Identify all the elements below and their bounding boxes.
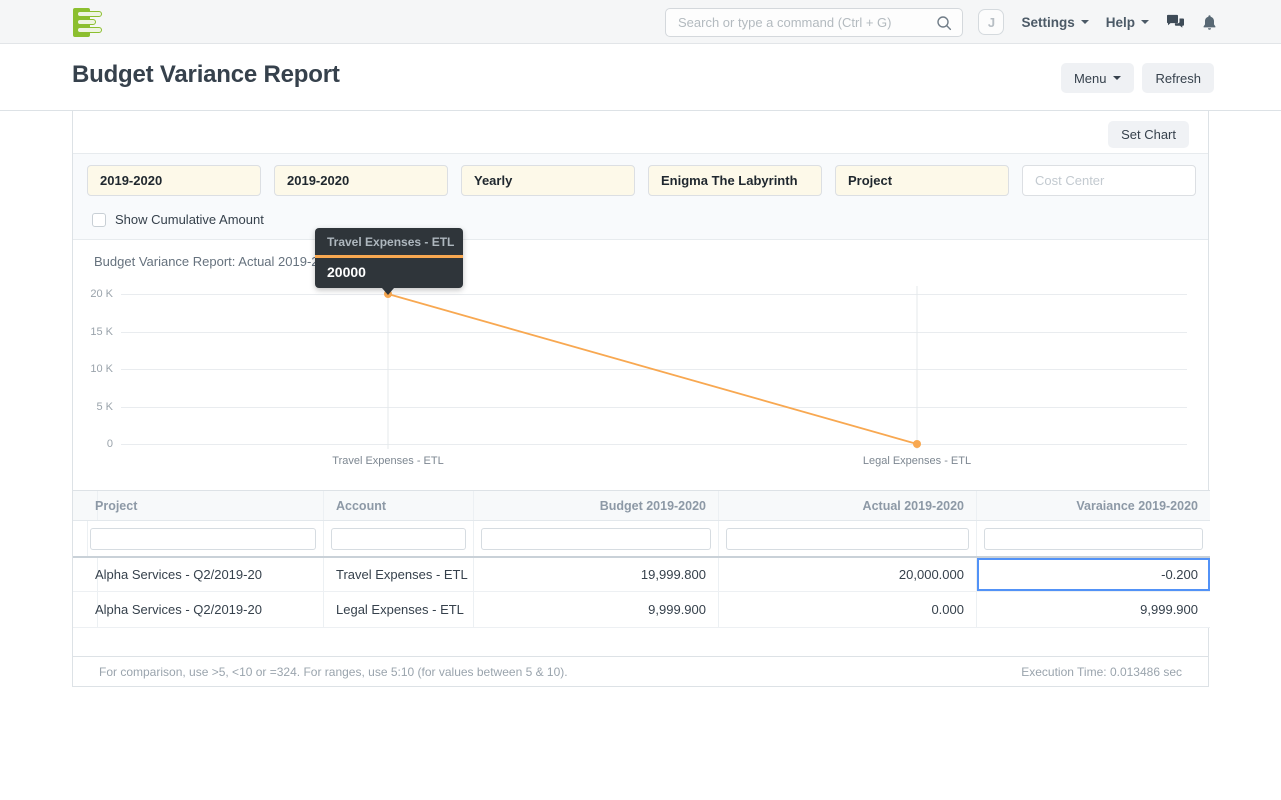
refresh-button-label: Refresh: [1155, 70, 1201, 86]
page-head: Budget Variance Report Menu Refresh: [0, 44, 1281, 111]
chart-area: Budget Variance Report: Actual 2019-2020…: [73, 228, 1210, 485]
tooltip-title: Travel Expenses - ETL: [315, 228, 463, 258]
column-filter-actual[interactable]: [726, 527, 969, 550]
cell-variance[interactable]: 9,999.900: [977, 592, 1210, 627]
report-table: Project Account Budget 2019-2020 Actual …: [73, 490, 1210, 628]
table-row: Alpha Services - Q2/2019-20 Travel Expen…: [73, 556, 1210, 592]
filter-section: Show Cumulative Amount: [73, 153, 1208, 240]
chart-tooltip: Travel Expenses - ETL 20000: [315, 228, 463, 295]
column-filter-budget[interactable]: [481, 527, 711, 550]
fiscal-year-from-filter[interactable]: [87, 165, 261, 196]
cell-account[interactable]: Travel Expenses - ETL: [324, 558, 474, 591]
menu-button[interactable]: Menu: [1060, 63, 1135, 93]
app-logo-icon[interactable]: [73, 8, 103, 37]
page-title: Budget Variance Report: [72, 61, 340, 88]
navbar: J Settings Help: [0, 0, 1281, 44]
settings-label: Settings: [1021, 14, 1075, 30]
user-avatar[interactable]: J: [978, 9, 1005, 35]
global-search: [665, 8, 963, 37]
search-icon[interactable]: [936, 15, 952, 31]
fiscal-year-to-filter[interactable]: [274, 165, 448, 196]
column-filter-account[interactable]: [331, 527, 466, 550]
cell-actual[interactable]: 0.000: [719, 592, 977, 627]
column-filter-project[interactable]: [90, 527, 316, 550]
cell-budget[interactable]: 9,999.900: [474, 592, 719, 627]
chevron-down-icon: [1080, 20, 1089, 24]
cell-actual[interactable]: 20,000.000: [719, 558, 977, 591]
chat-icon[interactable]: [1166, 14, 1185, 30]
cell-variance-selected[interactable]: -0.200: [977, 558, 1210, 591]
data-point[interactable]: [913, 440, 921, 448]
execution-time: Execution Time: 0.013486 sec: [1021, 664, 1182, 679]
budget-against-filter[interactable]: [835, 165, 1009, 196]
series-line: [387, 293, 918, 445]
table-header-row: Project Account Budget 2019-2020 Actual …: [73, 490, 1210, 521]
set-chart-label: Set Chart: [1121, 127, 1176, 142]
table-row: Alpha Services - Q2/2019-20 Legal Expens…: [73, 592, 1210, 628]
search-input[interactable]: [678, 9, 928, 36]
menu-button-label: Menu: [1073, 70, 1107, 86]
column-header-variance[interactable]: Varaiance 2019-2020: [977, 491, 1210, 520]
notifications-bell-icon[interactable]: [1202, 14, 1217, 31]
cell-budget[interactable]: 19,999.800: [474, 558, 719, 591]
tooltip-value: 20000: [327, 264, 366, 280]
column-header-budget[interactable]: Budget 2019-2020: [474, 491, 719, 520]
cell-project[interactable]: Alpha Services - Q2/2019-20: [83, 592, 324, 627]
table-filter-row: [73, 521, 1210, 556]
company-filter[interactable]: [648, 165, 822, 196]
show-cumulative-checkbox[interactable]: [92, 212, 106, 227]
column-filter-variance[interactable]: [984, 527, 1203, 550]
chevron-down-icon: [1113, 76, 1122, 80]
settings-menu[interactable]: Settings: [1021, 14, 1089, 30]
chevron-down-icon: [1141, 20, 1149, 24]
column-header-project[interactable]: Project: [83, 491, 324, 520]
report-toolbar: Set Chart: [73, 111, 1208, 153]
cost-center-filter[interactable]: [1022, 165, 1196, 196]
report-footer: For comparison, use >5, <10 or =324. For…: [73, 656, 1208, 686]
help-menu[interactable]: Help: [1106, 15, 1149, 30]
filter-hint-text: For comparison, use >5, <10 or =324. For…: [99, 664, 568, 679]
column-header-actual[interactable]: Actual 2019-2020: [719, 491, 977, 520]
set-chart-button[interactable]: Set Chart: [1108, 121, 1189, 148]
period-filter[interactable]: [461, 165, 635, 196]
refresh-button[interactable]: Refresh: [1142, 63, 1214, 93]
help-label: Help: [1105, 14, 1135, 30]
tooltip-caret-icon: [382, 288, 394, 295]
report-container: Set Chart Show Cumulative Amount Budget …: [72, 111, 1210, 687]
show-cumulative-label: Show Cumulative Amount: [115, 212, 264, 227]
cell-project[interactable]: Alpha Services - Q2/2019-20: [83, 558, 324, 591]
column-header-account[interactable]: Account: [324, 491, 474, 520]
cell-account[interactable]: Legal Expenses - ETL: [324, 592, 474, 627]
